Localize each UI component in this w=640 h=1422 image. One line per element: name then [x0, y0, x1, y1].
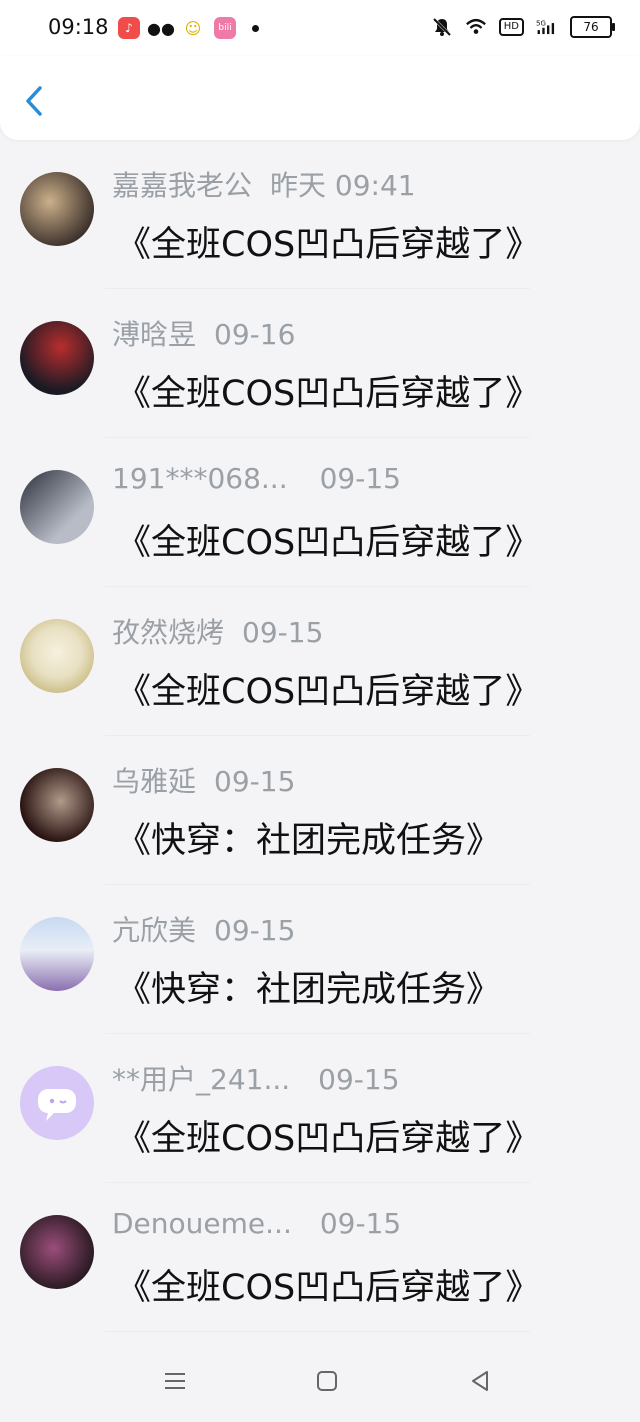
- home-button[interactable]: [312, 1366, 342, 1396]
- status-right: HD 5G 76: [431, 16, 615, 38]
- chat-bubble-icon: [38, 1089, 76, 1121]
- separator: [105, 1331, 530, 1332]
- list-item-meta: 溥晗昱 09-16: [112, 313, 295, 353]
- list-item[interactable]: **用户_241... 09-15 《全班COS凹凸后穿越了》: [0, 1034, 640, 1183]
- menu-icon: [165, 1373, 185, 1389]
- message-list: 嘉嘉我老公 昨天 09:41 《全班COS凹凸后穿越了》 溥晗昱 09-16 《全班…: [0, 140, 640, 1332]
- message-text: 《全班COS凹凸后穿越了》: [116, 523, 541, 563]
- message-text: 《快穿：社团完成任务》: [116, 970, 502, 1010]
- avatar[interactable]: [20, 172, 94, 246]
- list-item-meta: **用户_241... 09-15: [112, 1058, 400, 1098]
- user-name: 溥晗昱: [112, 318, 197, 351]
- app-header: [0, 56, 640, 140]
- battery-level: 76: [583, 20, 599, 34]
- back-nav-button[interactable]: [465, 1366, 495, 1396]
- avatar[interactable]: [20, 917, 94, 991]
- avatar[interactable]: [20, 619, 94, 693]
- notification-dot-icon: [252, 24, 259, 32]
- status-app-icons: ♪ ●● ☺ bili: [118, 17, 259, 39]
- message-text: 《全班COS凹凸后穿越了》: [116, 672, 541, 712]
- user-name: **用户_241...: [112, 1063, 291, 1096]
- time-stamp: 09-15: [319, 462, 401, 495]
- bell-off-icon: [431, 16, 453, 38]
- wifi-icon: [465, 16, 487, 38]
- back-button[interactable]: [20, 84, 50, 118]
- list-item-meta: 乌雅延 09-15: [112, 760, 295, 800]
- menu-button[interactable]: [160, 1366, 190, 1396]
- wechat-icon: ●●: [147, 18, 175, 38]
- triangle-back-icon: [472, 1371, 488, 1391]
- list-item-meta: 亢欣美 09-15: [112, 909, 295, 949]
- bilibili-icon: bili: [214, 17, 236, 39]
- time-stamp: 09-15: [319, 1207, 402, 1240]
- hd-icon: HD: [498, 18, 524, 36]
- list-item-meta: 孜然烧烤 09-15: [112, 611, 323, 651]
- list-item[interactable]: 溥晗昱 09-16 《全班COS凹凸后穿越了》: [0, 289, 640, 438]
- time-stamp: 09-15: [318, 1063, 400, 1096]
- svg-text:5G: 5G: [536, 18, 546, 27]
- list-item[interactable]: Denoueme... 09-15 《全班COS凹凸后穿越了》: [0, 1183, 640, 1332]
- list-item[interactable]: 孜然烧烤 09-15 《全班COS凹凸后穿越了》: [0, 587, 640, 736]
- time-stamp: 09-15: [242, 616, 324, 649]
- system-navigation-bar: [0, 1340, 640, 1422]
- list-item-meta: 嘉嘉我老公 昨天 09:41: [112, 164, 416, 204]
- list-item-meta: 191***068... 09-15: [112, 462, 401, 495]
- user-name: Denoueme...: [112, 1207, 292, 1240]
- time-stamp: 09-15: [214, 765, 296, 798]
- message-text: 《快穿：社团完成任务》: [116, 821, 502, 861]
- message-text: 《全班COS凹凸后穿越了》: [116, 1119, 541, 1159]
- list-item-meta: Denoueme... 09-15: [112, 1207, 401, 1240]
- time-stamp: 昨天 09:41: [270, 169, 416, 202]
- list-item[interactable]: 亢欣美 09-15 《快穿：社团完成任务》: [0, 885, 640, 1034]
- user-name: 嘉嘉我老公: [112, 169, 253, 202]
- avatar[interactable]: [20, 470, 94, 544]
- time-stamp: 09-15: [214, 914, 296, 947]
- avatar[interactable]: [20, 1066, 94, 1140]
- sticker-app-icon: ☺: [184, 18, 202, 38]
- list-item[interactable]: 嘉嘉我老公 昨天 09:41 《全班COS凹凸后穿越了》: [0, 140, 640, 289]
- message-text: 《全班COS凹凸后穿越了》: [116, 225, 541, 265]
- user-name: 191***068...: [112, 462, 288, 495]
- status-time: 09:18: [48, 15, 109, 39]
- user-name: 孜然烧烤: [112, 616, 225, 649]
- avatar[interactable]: [20, 768, 94, 842]
- message-text: 《全班COS凹凸后穿越了》: [116, 374, 541, 414]
- music-app-icon: ♪: [118, 17, 140, 39]
- user-name: 乌雅延: [112, 765, 197, 798]
- user-name: 亢欣美: [112, 914, 197, 947]
- avatar[interactable]: [20, 1215, 94, 1289]
- battery-icon: 76: [570, 16, 615, 38]
- time-stamp: 09-16: [214, 318, 296, 351]
- list-item[interactable]: 乌雅延 09-15 《快穿：社团完成任务》: [0, 736, 640, 885]
- status-bar: 09:18 ♪ ●● ☺ bili HD 5G 76: [0, 0, 640, 56]
- list-item[interactable]: 191***068... 09-15 《全班COS凹凸后穿越了》: [0, 438, 640, 587]
- signal-5g-icon: 5G: [536, 16, 558, 38]
- square-icon: [317, 1371, 337, 1391]
- message-text: 《全班COS凹凸后穿越了》: [116, 1268, 541, 1308]
- avatar[interactable]: [20, 321, 94, 395]
- chevron-left-icon: [26, 86, 42, 116]
